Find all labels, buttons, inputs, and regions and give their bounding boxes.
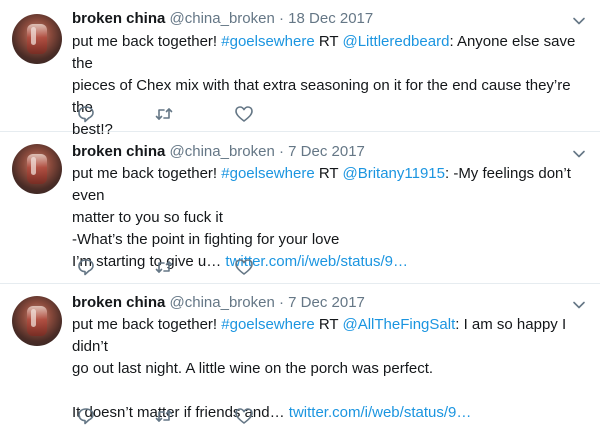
user-handle[interactable]: @china_broken [170, 294, 275, 311]
tweet-line: matter to you so fuck it [72, 207, 592, 229]
mention-link[interactable]: @Littleredbeard [342, 33, 449, 50]
chevron-down-icon[interactable] [572, 298, 586, 312]
hashtag-link[interactable]: #goelsewhere [221, 165, 314, 182]
separator-dot: · [279, 294, 284, 311]
status-link[interactable]: twitter.com/i/web/status/9… [289, 404, 472, 421]
tweet-header: broken china @china_broken · 7 Dec 2017 [72, 142, 365, 162]
heart-icon[interactable] [234, 257, 254, 277]
tweet-line: -What’s the point in fighting for your l… [72, 229, 592, 251]
tweet-actions [72, 257, 272, 277]
tweet-header: broken china @china_broken · 18 Dec 2017 [72, 9, 373, 29]
separator-dot: · [279, 143, 284, 160]
mention-link[interactable]: @AllTheFingSalt [342, 316, 455, 333]
mention-link[interactable]: @Britany11915 [342, 165, 445, 182]
tweet-date[interactable]: 7 Dec 2017 [288, 143, 365, 160]
avatar[interactable] [12, 296, 62, 346]
tweet-line: put me back together! #goelsewhere RT @A… [72, 314, 592, 358]
user-display-name[interactable]: broken china [72, 143, 165, 160]
tweet-line: go out last night. A little wine on the … [72, 358, 592, 380]
tweet-date[interactable]: 18 Dec 2017 [288, 10, 373, 27]
text-span: put me back together! [72, 316, 222, 333]
text-span: matter to you so fuck it [72, 209, 223, 226]
text-span: -What’s the point in fighting for your l… [72, 231, 340, 248]
heart-icon[interactable] [234, 406, 254, 426]
chevron-down-icon[interactable] [572, 14, 586, 28]
avatar[interactable] [12, 144, 62, 194]
tweet-line: put me back together! #goelsewhere RT @B… [72, 163, 592, 207]
user-handle[interactable]: @china_broken [170, 10, 275, 27]
user-handle[interactable]: @china_broken [170, 143, 275, 160]
text-span: go out last night. A little wine on the … [72, 360, 434, 377]
text-span: put me back together! [72, 165, 222, 182]
tweet-line [72, 380, 592, 402]
retweet-icon[interactable] [154, 406, 174, 426]
chevron-down-icon[interactable] [572, 147, 586, 161]
tweet[interactable]: broken china @china_broken · 7 Dec 2017 … [0, 132, 600, 284]
tweet-text: put me back together! #goelsewhere RT @L… [72, 31, 592, 141]
tweet-header: broken china @china_broken · 7 Dec 2017 [72, 293, 365, 313]
reply-icon[interactable] [76, 406, 96, 426]
retweet-icon[interactable] [154, 257, 174, 277]
retweet-icon[interactable] [154, 104, 174, 124]
tweet-actions [72, 104, 272, 124]
text-span: RT [314, 165, 343, 182]
reply-icon[interactable] [76, 257, 96, 277]
tweet-actions [72, 406, 272, 426]
reply-icon[interactable] [76, 104, 96, 124]
tweet-line: put me back together! #goelsewhere RT @L… [72, 31, 592, 75]
user-display-name[interactable]: broken china [72, 294, 165, 311]
heart-icon[interactable] [234, 104, 254, 124]
hashtag-link[interactable]: #goelsewhere [221, 316, 314, 333]
user-display-name[interactable]: broken china [72, 10, 165, 27]
avatar[interactable] [12, 14, 62, 64]
text-span: put me back together! [72, 33, 222, 50]
tweet-timeline: broken china @china_broken · 18 Dec 2017… [0, 0, 600, 435]
separator-dot: · [279, 10, 284, 27]
tweet-date[interactable]: 7 Dec 2017 [288, 294, 365, 311]
tweet[interactable]: broken china @china_broken · 18 Dec 2017… [0, 0, 600, 138]
text-span: RT [314, 33, 343, 50]
hashtag-link[interactable]: #goelsewhere [221, 33, 314, 50]
tweet[interactable]: broken china @china_broken · 7 Dec 2017 … [0, 284, 600, 435]
text-span: RT [314, 316, 343, 333]
